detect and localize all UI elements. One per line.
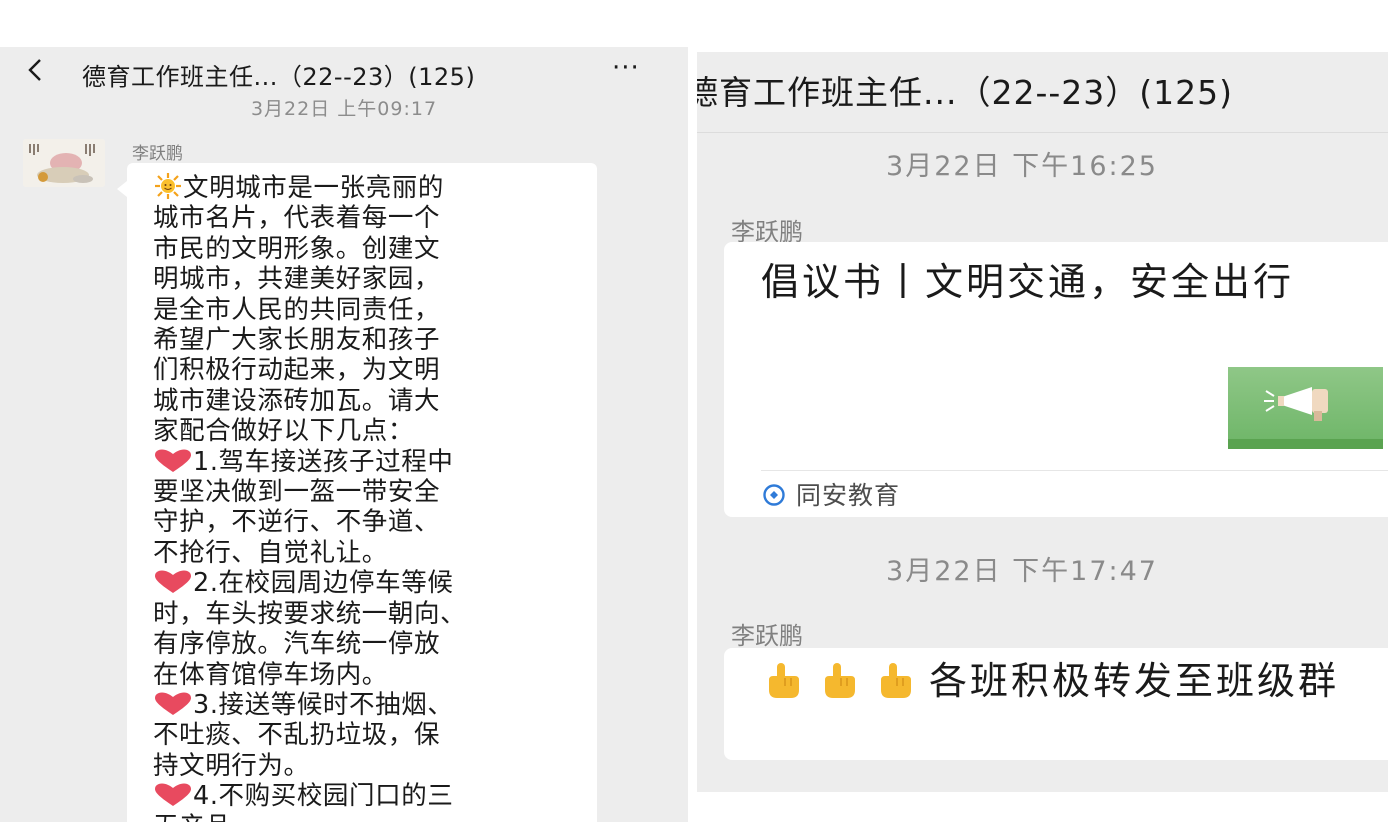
message-line: 们积极行动起来，为文明 [153,355,441,386]
article-source: 同安教育 [796,481,901,510]
message-line: 家配合做好以下几点： [153,416,415,447]
message-line: 守护，不逆行、不争道、 [153,507,441,538]
chat-title: 德育工作班主任...（22--23）(125) [697,73,1234,112]
pointing-hand-emoji-icon [825,663,855,698]
back-chevron-icon[interactable] [24,55,46,85]
message-line: 明城市，共建美好家园， [153,264,441,295]
message-line: 有序停放。汽车统一停放 [153,629,441,660]
pointing-hand-emoji-icon [769,663,799,698]
avatar[interactable] [23,139,105,187]
right-chat-screenshot: 德育工作班主任...（22--23）(125) 3月22日 下午16:25 李跃… [697,52,1388,792]
message-timestamp: 3月22日 下午17:47 [886,556,1158,587]
heart-emoji-icon [155,783,191,807]
message-line: 1.驾车接送孩子过程中 [153,447,583,477]
article-title: 倡议书丨文明交通，安全出行 [761,260,1295,304]
message-line: 城市名片，代表着每一个 [153,203,441,234]
heart-emoji-icon [155,449,191,472]
sender-name: 李跃鹏 [731,622,803,650]
header-divider [697,132,1388,133]
message-bubble[interactable]: 文明城市是一张亮丽的 城市名片，代表着每一个 市民的文明形象。创建文 明城市，共… [117,163,597,822]
message-text: 各班积极转发至班级群 [761,658,1388,704]
message-line: 持文明行为。 [153,750,310,781]
message-line: 在体育馆停车场内。 [153,659,388,690]
more-options-icon[interactable]: ··· [612,53,640,83]
message-line: 4.不购买校园门口的三 [153,781,583,811]
heart-emoji-icon [155,570,191,594]
official-account-icon [763,484,785,506]
message-line: 文明城市是一张亮丽的 [153,173,583,203]
message-line: 无产品。 [153,812,583,822]
sun-emoji-icon [155,173,181,199]
message-line: 时，车头按要求统一朝向、 [153,598,467,629]
sender-name: 李跃鹏 [132,144,183,164]
heart-emoji-icon [155,692,191,715]
message-line: 希望广大家长朋友和孩子 [153,325,441,356]
message-line: 要坚决做到一盔一带安全 [153,477,441,508]
article-card[interactable]: 倡议书丨文明交通，安全出行 同安教育 [724,242,1388,517]
message-line: 市民的文明形象。创建文 [153,233,441,264]
chat-title: 德育工作班主任...（22--23）(125) [82,63,476,91]
message-line: 不吐痰、不乱扔垃圾，保 [153,720,441,751]
megaphone-thumbnail [1228,367,1383,449]
message-line: 2.在校园周边停车等候 [153,568,583,598]
message-line: 不抢行、自觉礼让。 [153,537,388,568]
message-timestamp: 3月22日 上午09:17 [250,98,438,120]
message-timestamp: 3月22日 下午16:25 [886,151,1158,182]
pointing-hand-emoji-icon [881,663,911,698]
message-line: 是全市人民的共同责任， [153,294,441,325]
card-divider [761,470,1388,471]
message-bubble[interactable]: 各班积极转发至班级群 [724,648,1388,760]
message-line: 3.接送等候时不抽烟、 [153,690,583,720]
left-chat-screenshot: 德育工作班主任...（22--23）(125) ··· 3月22日 上午09:1… [0,47,688,822]
message-line: 城市建设添砖加瓦。请大 [153,385,441,416]
thumbnail-stripe [1228,439,1383,449]
